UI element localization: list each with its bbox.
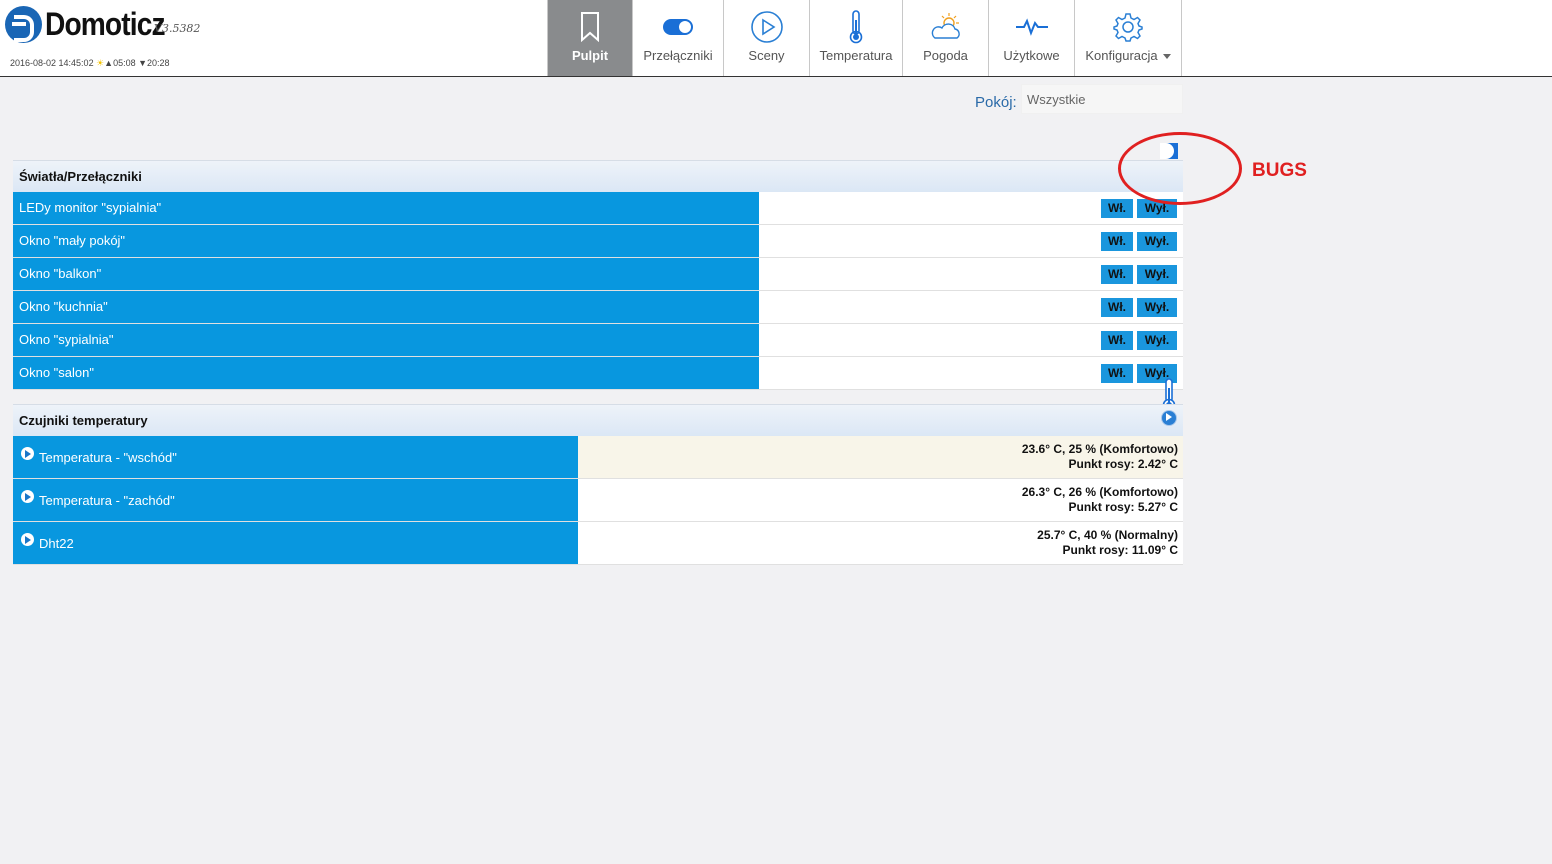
- switch-row: Okno "balkon" Wł. Wył.: [13, 258, 1183, 291]
- temperature-name: Dht22: [39, 535, 74, 551]
- sun-icon: ☀: [96, 58, 105, 68]
- switch-on-button[interactable]: Wł.: [1101, 264, 1133, 284]
- switch-controls: Wł. Wył.: [759, 225, 1183, 257]
- datetime-info: 2016-08-02 14:45:02 ☀▲05:08 ▼20:28: [10, 58, 170, 69]
- nav-pogoda[interactable]: Pogoda: [903, 0, 989, 76]
- pulse-icon: [1015, 10, 1049, 44]
- switch-row: Okno "salon" Wł. Wył.: [13, 357, 1183, 390]
- switch-row: Okno "sypialnia" Wł. Wył.: [13, 324, 1183, 357]
- gear-icon: [1112, 10, 1144, 44]
- switch-name[interactable]: Okno "mały pokój": [13, 225, 759, 257]
- switch-name[interactable]: Okno "sypialnia": [13, 324, 759, 356]
- room-label: Pokój:: [975, 94, 1017, 111]
- switch-on-button[interactable]: Wł.: [1101, 330, 1133, 350]
- switch-row: LEDy monitor "sypialnia" Wł. Wył.: [13, 192, 1183, 225]
- temperature-reading: 25.7° C, 40 % (Normalny): [1037, 528, 1178, 542]
- play-icon[interactable]: [21, 533, 34, 546]
- bookmark-icon: [580, 10, 600, 44]
- temperature-value-cell: 25.7° C, 40 % (Normalny) Punkt rosy: 11.0…: [578, 522, 1183, 564]
- switch-controls: Wł. Wył.: [759, 291, 1183, 323]
- sunset-time: ▼20:28: [138, 58, 170, 68]
- switch-on-button[interactable]: Wł.: [1101, 198, 1133, 218]
- room-select[interactable]: Wszystkie: [1021, 84, 1183, 114]
- temperature-row: Dht22 25.7° C, 40 % (Normalny) Punkt rosy:…: [13, 522, 1183, 565]
- temperature-name-cell[interactable]: Temperatura - "zachód": [13, 479, 578, 521]
- nav-przelaczniki[interactable]: Przełączniki: [633, 0, 724, 76]
- switch-on-button[interactable]: Wł.: [1101, 297, 1133, 317]
- temperature-row: Temperatura - "zachód" 26.3° C, 26 % (Kom…: [13, 479, 1183, 522]
- switches-section-title: Światła/Przełączniki: [13, 160, 1183, 192]
- main-nav: Pulpit Przełączniki Sceny Temperatura Po…: [547, 0, 1182, 76]
- current-datetime: 2016-08-02 14:45:02: [10, 58, 94, 68]
- temperature-value-cell: 23.6° C, 25 % (Komfortowo) Punkt rosy: 2.…: [578, 436, 1183, 478]
- switch-name[interactable]: Okno "balkon": [13, 258, 759, 290]
- temperature-section-title: Czujniki temperatury: [13, 404, 1183, 436]
- nav-temperatura-label: Temperatura: [819, 48, 893, 63]
- switch-off-button[interactable]: Wył.: [1137, 264, 1177, 284]
- play-icon[interactable]: [21, 490, 34, 503]
- nav-sceny-label: Sceny: [748, 48, 785, 63]
- switch-row: Okno "mały pokój" Wł. Wył.: [13, 225, 1183, 258]
- weather-icon: [929, 10, 963, 44]
- switch-name[interactable]: LEDy monitor "sypialnia": [13, 192, 759, 224]
- switch-on-button[interactable]: Wł.: [1101, 363, 1133, 383]
- dew-point: Punkt rosy: 11.09° C: [1062, 543, 1178, 557]
- nav-konfiguracja-label: Konfiguracja: [1085, 48, 1171, 63]
- nav-konfiguracja[interactable]: Konfiguracja: [1075, 0, 1182, 76]
- app-version: V3.5382: [154, 22, 201, 35]
- temperature-name-cell[interactable]: Dht22: [13, 522, 578, 564]
- temperature-row: Temperatura - "wschód" 23.6° C, 25 % (Kom…: [13, 436, 1183, 479]
- temperature-section: Czujniki temperatury Temperatura - "wsch…: [13, 404, 1183, 565]
- switch-off-button[interactable]: Wył.: [1137, 231, 1177, 251]
- play-circle-icon: [750, 10, 784, 44]
- temperature-value-cell: 26.3° C, 26 % (Komfortowo) Punkt rosy: 5.…: [578, 479, 1183, 521]
- dew-point: Punkt rosy: 2.42° C: [1068, 457, 1179, 471]
- nav-przelaczniki-label: Przełączniki: [643, 48, 713, 63]
- nav-temperatura[interactable]: Temperatura: [810, 0, 903, 76]
- app-name: Domoticz: [45, 6, 166, 42]
- nav-pulpit-label: Pulpit: [571, 48, 609, 63]
- bug-annotation-circle: [1118, 132, 1242, 205]
- nav-uzytkowe-label: Użytkowe: [1003, 48, 1060, 63]
- switch-off-button[interactable]: Wył.: [1137, 297, 1177, 317]
- switch-name[interactable]: Okno "kuchnia": [13, 291, 759, 323]
- temperature-name-cell[interactable]: Temperatura - "wschód": [13, 436, 578, 478]
- nav-pulpit[interactable]: Pulpit: [547, 0, 633, 76]
- nav-uzytkowe[interactable]: Użytkowe: [989, 0, 1075, 76]
- switch-controls: Wł. Wył.: [759, 192, 1183, 224]
- play-icon-2[interactable]: [1161, 410, 1177, 429]
- nav-sceny[interactable]: Sceny: [724, 0, 810, 76]
- toggle-icon: [662, 10, 694, 44]
- switch-controls: Wł. Wył.: [759, 258, 1183, 290]
- switches-section: Światła/Przełączniki LEDy monitor "sypia…: [13, 160, 1183, 390]
- switch-name[interactable]: Okno "salon": [13, 357, 759, 389]
- temperature-reading: 26.3° C, 26 % (Komfortowo): [1021, 485, 1178, 499]
- switch-off-button[interactable]: Wył.: [1137, 330, 1177, 350]
- switch-controls: Wł. Wył.: [759, 324, 1183, 356]
- temperature-name: Temperatura - "zachód": [39, 492, 175, 508]
- caret-down-icon: [1162, 54, 1171, 60]
- bug-annotation-label: BUGS: [1252, 160, 1307, 181]
- thermometer-icon: [848, 10, 864, 44]
- switch-controls: Wł. Wył.: [759, 357, 1183, 389]
- switch-on-button[interactable]: Wł.: [1101, 231, 1133, 251]
- domoticz-logo-icon: [5, 6, 42, 43]
- sunrise-time: ▲05:08: [104, 58, 136, 68]
- dew-point: Punkt rosy: 5.27° C: [1068, 500, 1179, 514]
- play-icon[interactable]: [21, 447, 34, 460]
- top-bar: Domoticz V3.5382 2016-08-02 14:45:02 ☀▲0…: [0, 0, 1552, 77]
- switch-row: Okno "kuchnia" Wł. Wył.: [13, 291, 1183, 324]
- temperature-reading: 23.6° C, 25 % (Komfortowo): [1021, 442, 1178, 456]
- nav-pogoda-label: Pogoda: [923, 48, 968, 63]
- temperature-name: Temperatura - "wschód": [39, 449, 177, 465]
